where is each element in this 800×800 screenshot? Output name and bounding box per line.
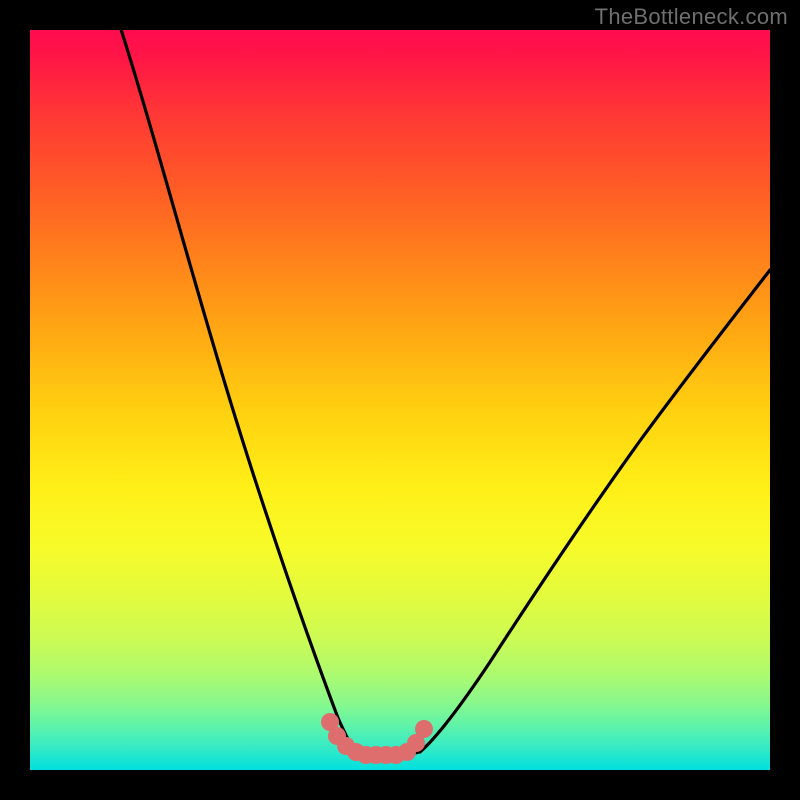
curve-right-arm [420, 270, 770, 752]
chart-frame: TheBottleneck.com [0, 0, 800, 800]
valley-marker-group [321, 713, 433, 764]
curve-left-arm [118, 20, 358, 754]
watermark-text: TheBottleneck.com [595, 4, 788, 30]
chart-curve-layer [30, 30, 770, 770]
valley-marker [415, 720, 433, 738]
